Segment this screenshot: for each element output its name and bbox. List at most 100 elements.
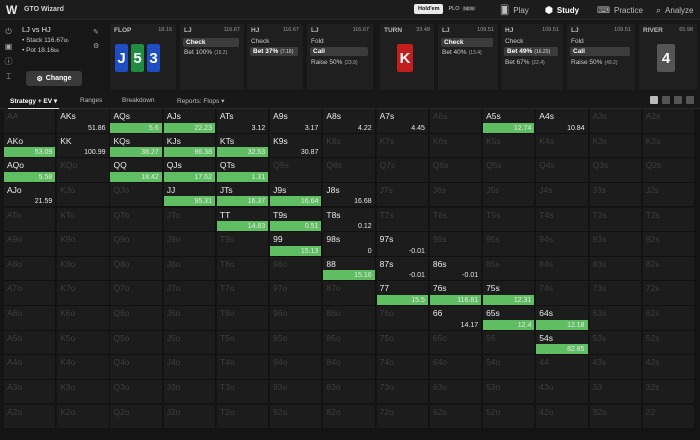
hand-cell[interactable]: J9o	[163, 232, 216, 257]
action-panel-lj-3[interactable]: LJ 109.51 Check Bet 40% (13.4)	[438, 24, 498, 90]
nav-practice[interactable]: ⌨ Practice	[597, 0, 643, 20]
hand-cell[interactable]: K3o	[57, 379, 110, 405]
action-call-selected[interactable]: Call	[570, 47, 630, 56]
hand-cell[interactable]: 77 15.5	[376, 281, 429, 306]
hand-cell[interactable]: J2o	[163, 404, 216, 430]
hand-cell[interactable]: K9o	[57, 232, 110, 257]
hand-cell[interactable]: J8o	[163, 256, 216, 282]
hand-cell[interactable]: K6o	[57, 306, 110, 331]
hand-cell[interactable]: 76s 116.81	[429, 281, 483, 306]
hand-cell[interactable]: K5o	[57, 330, 110, 356]
hand-cell[interactable]: 42s	[642, 355, 696, 380]
action-panel-hj-2[interactable]: HJ 109.51 Check Bet 49% (16.25) Bet 67% (2…	[501, 24, 563, 90]
hand-cell[interactable]: A6o	[4, 306, 57, 331]
hand-cell[interactable]: T9o	[216, 232, 270, 257]
hand-cell[interactable]: Q9o	[110, 232, 163, 257]
hand-cell[interactable]: 32o	[589, 404, 642, 430]
hand-cell[interactable]: 22	[642, 404, 696, 430]
hand-cell[interactable]: 33	[589, 379, 642, 405]
hand-cell[interactable]: T5s	[483, 207, 536, 233]
hand-cell[interactable]: 54s 82.85	[536, 330, 589, 356]
action-panel-lj-1[interactable]: LJ 116.67 Check Bet 100% (19.2)	[180, 24, 244, 90]
hand-cell[interactable]: K2o	[57, 404, 110, 430]
hand-cell[interactable]: Q6o	[110, 306, 163, 331]
action-raise[interactable]: Raise 50% (23.9)	[311, 59, 358, 66]
hand-cell[interactable]: 82s	[642, 256, 696, 282]
hand-cell[interactable]: 95o	[270, 330, 323, 356]
action-panel-hj-1[interactable]: HJ 116.67 Check Bet 37% (7.16)	[247, 24, 303, 90]
hand-cell[interactable]: K9s 30.87	[270, 133, 323, 159]
hand-cell[interactable]: 84o	[323, 355, 376, 380]
hand-cell[interactable]: Q3o	[110, 379, 163, 405]
hand-cell[interactable]: TT 14.83	[216, 207, 270, 233]
hand-cell[interactable]: 95s	[483, 232, 536, 257]
hand-cell[interactable]: 87s -0.01	[376, 256, 429, 282]
hand-cell[interactable]: 64s 12.18	[536, 306, 589, 331]
hand-cell[interactable]: AKs 51.86	[57, 109, 110, 134]
hand-cell[interactable]: KJs 96.38	[163, 133, 216, 159]
hand-cell[interactable]: 85o	[323, 330, 376, 356]
hand-cell[interactable]: AQo 5.58	[4, 158, 57, 183]
action-call-selected[interactable]: Call	[310, 47, 368, 56]
hand-cell[interactable]: 66 14.17	[429, 306, 483, 331]
hand-cell[interactable]: T8o	[216, 256, 270, 282]
hand-cell[interactable]: 73s	[589, 281, 642, 306]
hand-cell[interactable]: J3o	[163, 379, 216, 405]
hand-cell[interactable]: 94s	[536, 232, 589, 257]
hand-cell[interactable]: K5s	[483, 133, 536, 159]
game-holdem-button[interactable]: Hold'em	[414, 4, 444, 14]
nav-study[interactable]: ⬢ Study	[545, 0, 579, 20]
action-bet-2[interactable]: Bet 67% (22.4)	[505, 59, 545, 66]
action-fold[interactable]: Fold	[571, 38, 584, 45]
action-check[interactable]: Check	[251, 38, 269, 45]
hand-cell[interactable]: 75o	[376, 330, 429, 356]
hand-cell[interactable]: Q3s	[589, 158, 642, 183]
hand-cell[interactable]: JTo	[163, 207, 216, 233]
hand-cell[interactable]: 84s	[536, 256, 589, 282]
hand-cell[interactable]: 43o	[536, 379, 589, 405]
hand-cell[interactable]: A3s	[589, 109, 642, 134]
settings-icon[interactable]: ⚙	[93, 42, 99, 50]
hand-cell[interactable]: 98s 0	[323, 232, 376, 257]
hand-cell[interactable]: T3s	[589, 207, 642, 233]
hand-cell[interactable]: Q6s	[429, 158, 483, 183]
hand-cell[interactable]: 87o	[323, 281, 376, 306]
hand-cell[interactable]: KTo	[57, 207, 110, 233]
tab-ranges[interactable]: Ranges	[80, 97, 102, 104]
hand-cell[interactable]: T4o	[216, 355, 270, 380]
hand-cell[interactable]: A4o	[4, 355, 57, 380]
hand-cell[interactable]: A2o	[4, 404, 57, 430]
hand-cell[interactable]: J6s	[429, 182, 483, 208]
hand-cell[interactable]: 73o	[376, 379, 429, 405]
hand-cell[interactable]: J2s	[642, 182, 696, 208]
hand-cell[interactable]: 86s -0.01	[429, 256, 483, 282]
action-bet-selected[interactable]: Bet 37% (7.16)	[250, 47, 298, 56]
cursor-icon[interactable]: ⌶	[6, 72, 11, 82]
hand-cell[interactable]: 55	[483, 330, 536, 356]
nav-analyze[interactable]: ⌕ Analyze	[656, 0, 694, 20]
hand-cell[interactable]: 83s	[589, 256, 642, 282]
action-bet[interactable]: Bet 100% (19.2)	[184, 49, 227, 56]
hand-cell[interactable]: 62o	[429, 404, 483, 430]
hand-cell[interactable]: 82o	[323, 404, 376, 430]
hand-cell[interactable]: 63o	[429, 379, 483, 405]
hand-cell[interactable]: 75s 12.31	[483, 281, 536, 306]
hand-cell[interactable]: Q5s	[483, 158, 536, 183]
hand-cell[interactable]: T6o	[216, 306, 270, 331]
hand-cell[interactable]: A7s 4.45	[376, 109, 429, 134]
hand-cell[interactable]: K8s	[323, 133, 376, 159]
view-mode-3-icon[interactable]	[674, 96, 682, 104]
hand-cell[interactable]: K7o	[57, 281, 110, 306]
hand-cell[interactable]: J6o	[163, 306, 216, 331]
hand-cell[interactable]: T7s	[376, 207, 429, 233]
hand-cell[interactable]: AJs 22.23	[163, 109, 216, 134]
hand-cell[interactable]: JTs 16.37	[216, 182, 270, 208]
hand-cell[interactable]: ATo	[4, 207, 57, 233]
hand-cell[interactable]: KQs 38.27	[110, 133, 163, 159]
hand-cell[interactable]: 76o	[376, 306, 429, 331]
action-panel-lj-2[interactable]: LJ 116.67 Fold Call Raise 50% (23.9)	[307, 24, 373, 90]
hand-cell[interactable]: J9s 16.64	[270, 182, 323, 208]
hand-cell[interactable]: Q4o	[110, 355, 163, 380]
hand-cell[interactable]: 93o	[270, 379, 323, 405]
hand-cell[interactable]: 86o	[323, 306, 376, 331]
